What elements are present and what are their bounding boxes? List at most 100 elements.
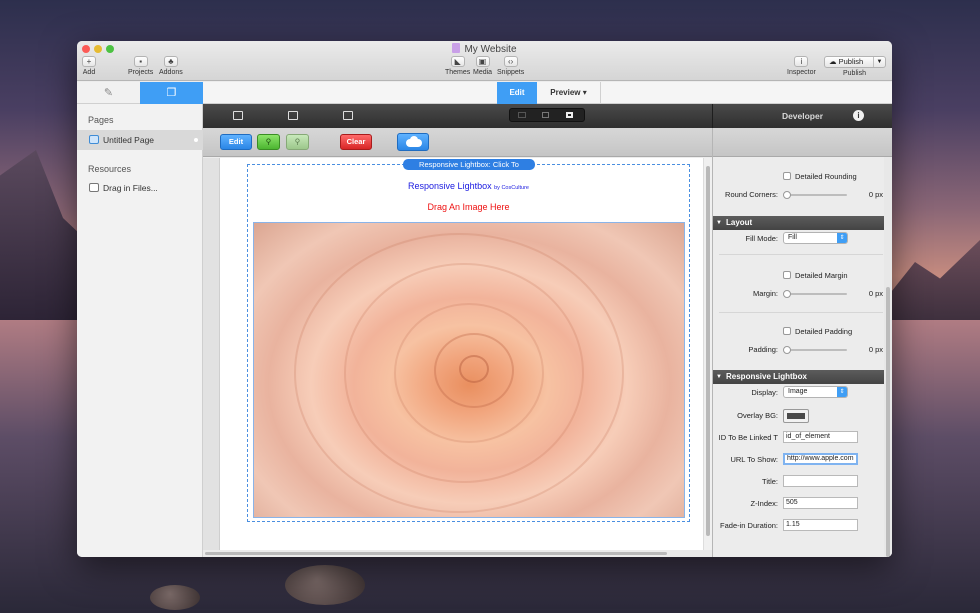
sidebar-item-drag-in-files[interactable]: Drag in Files... — [77, 178, 203, 198]
detailed-margin-checkbox[interactable] — [783, 271, 791, 279]
picture-icon[interactable] — [343, 111, 353, 120]
zindex-row: Z-Index: 505 — [713, 497, 885, 511]
cloud-upload-icon: ☁ — [829, 57, 837, 66]
projects-button[interactable]: ▪ Projects — [128, 56, 153, 76]
sidebar-tabs: ✎ ❐ — [77, 82, 203, 104]
phone-size-icon[interactable] — [518, 112, 526, 118]
canvas-vertical-scrollbar[interactable] — [703, 158, 712, 550]
url-input[interactable]: http://www.apple.com — [783, 453, 858, 465]
projects-icon: ▪ — [133, 56, 148, 67]
info-icon: i — [794, 56, 809, 67]
media-button[interactable]: ▣ Media — [473, 56, 492, 76]
round-corners-slider[interactable] — [783, 191, 847, 199]
overlay-bg-color-well[interactable] — [783, 409, 809, 423]
display-select[interactable]: Image ⇕ — [783, 386, 848, 398]
mode-bar: Edit Preview ▾ — [203, 82, 892, 104]
snippets-button[interactable]: ‹› Snippets — [497, 56, 524, 76]
canvas-gutter — [203, 158, 220, 550]
inspector-header-bar — [713, 128, 892, 157]
lightbox-stack[interactable]: Responsive Lightbox: Click To Responsive… — [247, 159, 690, 522]
link-button[interactable]: ⚲ — [257, 134, 280, 150]
image-icon: ▣ — [475, 56, 490, 67]
tablet-size-icon[interactable] — [542, 112, 549, 118]
clear-button[interactable]: Clear — [340, 134, 372, 150]
layout-section-header[interactable]: Layout — [713, 216, 885, 230]
window-title: My Website — [77, 43, 892, 55]
fade-duration-input[interactable]: 1.15 — [783, 519, 858, 531]
inspector-title: Developer — [712, 104, 892, 128]
lightbox-title: Responsive Lightbox by CosCulture — [408, 181, 529, 191]
margin-slider[interactable] — [783, 290, 847, 298]
page-icon — [89, 135, 99, 144]
cloud-button[interactable] — [397, 133, 429, 151]
desktop-rock — [150, 585, 200, 610]
chevron-updown-icon: ⇕ — [837, 387, 847, 397]
tab-preview[interactable]: Preview ▾ — [537, 82, 601, 104]
canvas-horizontal-scrollbar[interactable] — [203, 550, 712, 557]
detailed-margin-row: Detailed Margin — [713, 269, 885, 283]
unlink-icon: ⚲ — [294, 137, 301, 146]
round-corners-row: Round Corners: 0 px — [725, 190, 883, 199]
zindex-input[interactable]: 505 — [783, 497, 858, 509]
wrench-icon: ✎ — [103, 87, 114, 99]
addons-button[interactable]: ♣ Addons — [159, 56, 183, 76]
edit-button[interactable]: Edit — [220, 134, 252, 150]
link-icon: ⚲ — [265, 137, 272, 146]
responsive-lightbox-section-header[interactable]: Responsive Lightbox — [713, 370, 885, 384]
margin-row: Margin: 0 px — [752, 289, 883, 298]
inspector-button[interactable]: i Inspector — [787, 56, 816, 76]
window-toolbar: My Website + Add ▪ Projects ♣ Addons ◣ T… — [77, 41, 892, 81]
status-dot — [194, 138, 198, 142]
sidebar: Pages Untitled Page Resources Drag in Fi… — [77, 104, 203, 557]
pages-icon: ❐ — [166, 87, 177, 99]
drag-image-hint: Drag An Image Here — [427, 202, 510, 212]
overlay-bg-row: Overlay BG: — [713, 409, 885, 423]
add-button[interactable]: + Add — [82, 56, 96, 76]
plus-icon: + — [82, 56, 96, 67]
detailed-padding-row: Detailed Padding — [713, 325, 885, 339]
desktop-rock — [285, 565, 365, 605]
publish-label: Publish — [843, 70, 866, 77]
code-icon: ‹› — [503, 56, 518, 67]
themes-button[interactable]: ◣ Themes — [445, 56, 470, 76]
padding-slider[interactable] — [783, 346, 847, 354]
id-linked-input[interactable]: id_of_element — [783, 431, 858, 443]
detailed-rounding-checkbox[interactable] — [783, 172, 791, 180]
chevron-down-icon: ▾ — [582, 88, 587, 97]
puzzle-icon: ♣ — [163, 56, 178, 67]
inspector-panel: Detailed Rounding Round Corners: 0 px La… — [712, 128, 892, 557]
app-window: My Website + Add ▪ Projects ♣ Addons ◣ T… — [77, 41, 892, 557]
tab-edit[interactable]: Edit — [497, 82, 537, 104]
resources-heading: Resources — [88, 164, 132, 174]
fill-mode-select[interactable]: Fill ⇕ — [783, 232, 848, 244]
rose-image[interactable] — [253, 222, 685, 518]
url-row: URL To Show: http://www.apple.com — [713, 453, 885, 467]
file-icon — [89, 183, 99, 192]
unlink-button[interactable]: ⚲ — [286, 134, 309, 150]
pages-tab[interactable]: ❐ — [140, 82, 203, 104]
editor-darkbar: Developer i — [203, 104, 892, 128]
editor-canvas: Responsive Lightbox: Click To Responsive… — [203, 158, 712, 557]
page-preview: Responsive Lightbox: Click To Responsive… — [220, 158, 703, 550]
lightbox-button-bar: Edit ⚲ ⚲ Clear — [203, 128, 712, 157]
inspector-scrollbar[interactable] — [884, 157, 892, 557]
pages-heading: Pages — [88, 115, 114, 125]
detailed-padding-checkbox[interactable] — [783, 327, 791, 335]
desktop-size-icon[interactable] — [566, 112, 573, 118]
padding-row: Padding: 0 px — [748, 345, 883, 354]
publish-button[interactable]: ☁ Publish ▼ — [824, 56, 886, 68]
title-row: Title: — [713, 475, 885, 489]
detailed-rounding-row: Detailed Rounding — [713, 170, 885, 184]
brush-icon: ◣ — [450, 56, 465, 67]
device-size-toggle[interactable] — [509, 108, 585, 122]
title-input[interactable] — [783, 475, 858, 487]
lightbox-stack-tab[interactable]: Responsive Lightbox: Click To — [403, 159, 535, 170]
display-row: Display: Image ⇕ — [713, 386, 885, 400]
tools-tab[interactable]: ✎ — [77, 82, 140, 104]
chevron-down-icon[interactable]: ▼ — [873, 57, 885, 67]
info-icon[interactable]: i — [853, 110, 864, 121]
document-icon — [452, 43, 461, 53]
box-icon[interactable] — [233, 111, 243, 120]
sidebar-item-untitled-page[interactable]: Untitled Page — [77, 130, 203, 150]
layout-icon[interactable] — [288, 111, 298, 120]
